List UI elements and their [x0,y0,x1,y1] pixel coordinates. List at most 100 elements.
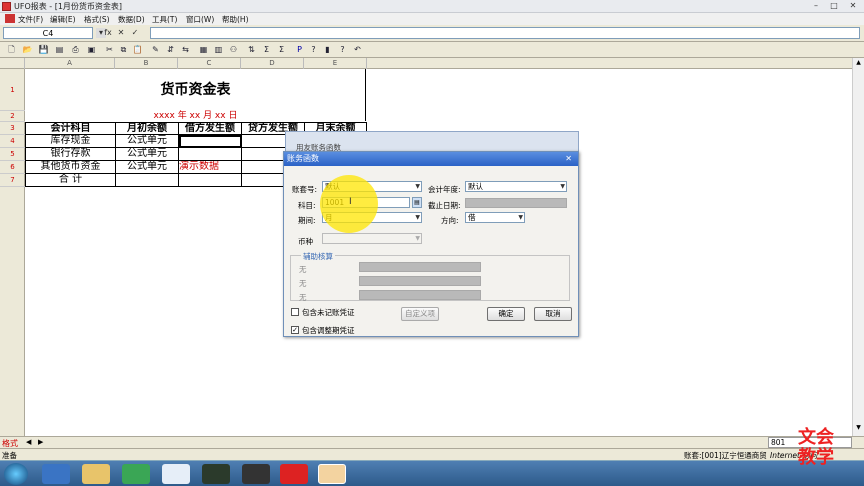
ie-icon[interactable] [42,464,70,484]
header-cell-debit[interactable]: 借方发生额 [179,122,242,135]
dialog-close-icon[interactable]: ✕ [565,152,572,166]
sheet-date: xxxx 年 xx 月 xx 日 [26,111,366,121]
formula-input[interactable] [150,27,860,39]
u8-icon[interactable] [280,464,308,484]
year-select[interactable]: 默认 ▼ [465,181,567,192]
explorer-icon[interactable] [82,464,110,484]
menu-data[interactable]: 数据(D) [118,14,145,25]
header-cell-opening[interactable]: 月初余额 [116,122,179,135]
aux-group: 辅助核算 无 无 无 [290,251,570,302]
cell-reference-box[interactable]: C4 [3,27,93,39]
scroll-down-icon[interactable]: ▼ [854,424,863,433]
grid-icon[interactable]: ▦ [198,44,209,55]
row-header-2[interactable]: 2 [0,111,25,122]
cutoff-date-field [465,198,567,208]
menu-edit[interactable]: 编辑(E) [50,14,76,25]
header-cell-subject[interactable]: 会计科目 [25,122,116,135]
status-bar: 准备 账套:[001]辽宁恒通商贸 Internet 访问 [0,448,864,460]
open-folder-icon[interactable]: 📂 [22,44,33,55]
row-header-1[interactable]: 1 [0,69,25,111]
menu-bar: 文件(F) 编辑(E) 格式(S) 数据(D) 工具(T) 窗口(W) 帮助(H… [0,13,864,25]
menu-tools[interactable]: 工具(T) [152,14,177,25]
col-header-e[interactable]: E [304,58,367,69]
cell-c5[interactable] [179,148,242,161]
ok-button[interactable]: 确定 [487,307,525,321]
corner-cell[interactable] [0,58,25,69]
adjust-checkbox[interactable]: ✓ [291,326,299,334]
unposted-checkbox[interactable] [291,308,299,316]
new-file-icon[interactable]: 🗋 [6,44,17,55]
app-icon-2[interactable] [202,464,230,484]
tab-nav-left-icon[interactable]: ◀ [26,438,31,446]
format-painter-icon[interactable]: ✎ [150,44,161,55]
cell-c4-selected[interactable] [179,135,242,148]
paste-icon[interactable]: 📋 [132,44,143,55]
help-icon[interactable]: ? [337,44,348,55]
start-button-icon[interactable] [4,463,28,485]
cell-a5[interactable]: 银行存款 [25,148,116,161]
scroll-up-icon[interactable]: ▲ [854,59,863,68]
row-header-6[interactable]: 6 [0,161,25,174]
col-header-a[interactable]: A [25,58,115,69]
menu-file[interactable]: 文件(F) [18,14,43,25]
preview-icon[interactable]: ▣ [86,44,97,55]
period-label: 期间: [298,216,316,225]
binoculars-icon[interactable]: ⚇ [228,44,239,55]
row-header-4[interactable]: 4 [0,135,25,148]
menu-help[interactable]: 帮助(H) [222,14,249,25]
watermark-line-1: 文会 [798,427,834,448]
app-icon-3[interactable] [242,464,270,484]
col-header-c[interactable]: C [178,58,241,69]
aux-row-1-label: 无 [299,265,307,274]
cell-b5[interactable]: 公式单元 [116,148,179,161]
row-header-5[interactable]: 5 [0,148,25,161]
ufo-report-icon[interactable] [318,464,346,484]
cell-b4[interactable]: 公式单元 [116,135,179,148]
direction-select[interactable]: 借 ▼ [465,212,525,223]
p-icon[interactable]: P [294,44,305,55]
row-header-7[interactable]: 7 [0,174,25,187]
minimize-button[interactable]: – [808,1,824,11]
cut-icon[interactable]: ✂ [104,44,115,55]
insert-col-icon[interactable]: ⇆ [180,44,191,55]
currency-select[interactable]: ▼ [322,233,422,244]
app-icon-1[interactable] [162,464,190,484]
cancel-icon[interactable]: ✕ [116,28,126,38]
row-header-3[interactable]: 3 [0,122,25,135]
custom-item-button[interactable]: 自定义项 [401,307,439,321]
fx-icon[interactable]: fx [103,28,113,38]
print-preview-icon[interactable]: ▤ [54,44,65,55]
aux-row-2-label: 无 [299,279,307,288]
copy-icon[interactable]: ⧉ [118,44,129,55]
sort-icon[interactable]: ⇅ [246,44,257,55]
chart-icon[interactable]: ▮ [322,44,333,55]
cell-a7[interactable]: 合 计 [25,174,116,187]
menu-window[interactable]: 窗口(W) [186,14,214,25]
cell-a4[interactable]: 库存现金 [25,135,116,148]
question-icon[interactable]: ? [308,44,319,55]
table-icon[interactable]: ▥ [213,44,224,55]
direction-value: 借 [468,213,476,222]
vertical-scrollbar[interactable]: ▲ ▼ [852,58,864,436]
save-icon[interactable]: 💾 [38,44,49,55]
cell-a6[interactable]: 其他货币资金 [25,161,116,174]
col-header-d[interactable]: D [241,58,304,69]
col-header-b[interactable]: B [115,58,178,69]
cancel-button[interactable]: 取消 [534,307,572,321]
insert-row-icon[interactable]: ⇵ [165,44,176,55]
sum-icon[interactable]: Σ [261,44,272,55]
subject-lookup-icon[interactable]: ▤ [412,197,422,208]
maximize-button[interactable]: □ [826,1,842,11]
undo-icon[interactable]: ↶ [352,44,363,55]
cell-b7[interactable] [116,174,179,187]
cell-b6[interactable]: 公式单元 [116,161,179,174]
media-icon[interactable] [122,464,150,484]
sum-cols-icon[interactable]: Σ [276,44,287,55]
close-button[interactable]: ✕ [845,1,861,11]
cell-c7[interactable] [179,174,242,187]
cell-c6-demo[interactable]: 演示数据 [179,161,242,174]
tab-nav-right-icon[interactable]: ▶ [38,438,43,446]
confirm-icon[interactable]: ✓ [130,28,140,38]
print-icon[interactable]: ⎙ [70,44,81,55]
menu-format[interactable]: 格式(S) [84,14,110,25]
